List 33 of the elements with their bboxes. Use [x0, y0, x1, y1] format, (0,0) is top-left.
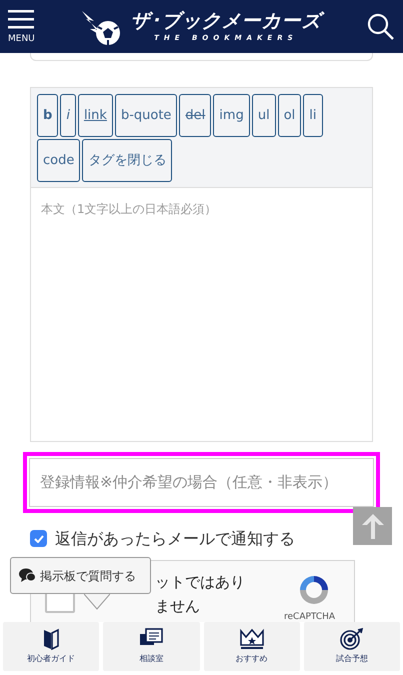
format-button[interactable]: code — [37, 139, 80, 182]
format-button[interactable]: link — [78, 94, 113, 137]
recaptcha-icon — [297, 573, 331, 607]
checkmark-icon — [34, 534, 44, 542]
menu-button[interactable]: MENU — [8, 9, 35, 44]
format-button[interactable]: b-quote — [114, 94, 178, 137]
format-button[interactable]: タグを閉じる — [82, 139, 172, 182]
format-button[interactable]: del — [179, 94, 212, 137]
scroll-top-button[interactable] — [353, 507, 392, 545]
registration-field[interactable]: 登録情報※仲介希望の場合（任意・非表示） — [29, 458, 374, 506]
nav-tab[interactable]: おすすめ — [204, 622, 300, 671]
captcha-label: ットではあり — [155, 575, 245, 590]
notify-label: 返信があったらメールで通知する — [55, 528, 295, 550]
format-button[interactable]: ol — [278, 94, 302, 137]
target-icon — [338, 628, 365, 650]
crown-icon — [238, 628, 265, 650]
notify-checkbox[interactable] — [30, 530, 47, 547]
arrow-up-icon — [360, 512, 386, 540]
format-button[interactable]: li — [303, 94, 322, 137]
nav-tab[interactable]: 相談室 — [103, 622, 200, 671]
format-button[interactable]: i — [60, 94, 76, 137]
body-textarea[interactable]: 本文（1文字以上の日本語必須） — [30, 188, 373, 442]
search-button[interactable] — [367, 12, 395, 40]
tooltip-tail — [84, 594, 110, 610]
captcha-label: ません — [155, 599, 200, 614]
format-button[interactable]: b — [37, 94, 58, 137]
menu-icon — [8, 9, 34, 31]
nav-tab[interactable]: 初心者ガイド — [3, 622, 100, 671]
captcha-brand: reCAPTCHA — [284, 611, 336, 622]
format-button[interactable]: img — [213, 94, 250, 137]
nav-tab[interactable]: 試合予想 — [304, 622, 400, 671]
format-button[interactable]: ul — [252, 94, 276, 137]
chat-bubbles-icon — [19, 568, 36, 583]
